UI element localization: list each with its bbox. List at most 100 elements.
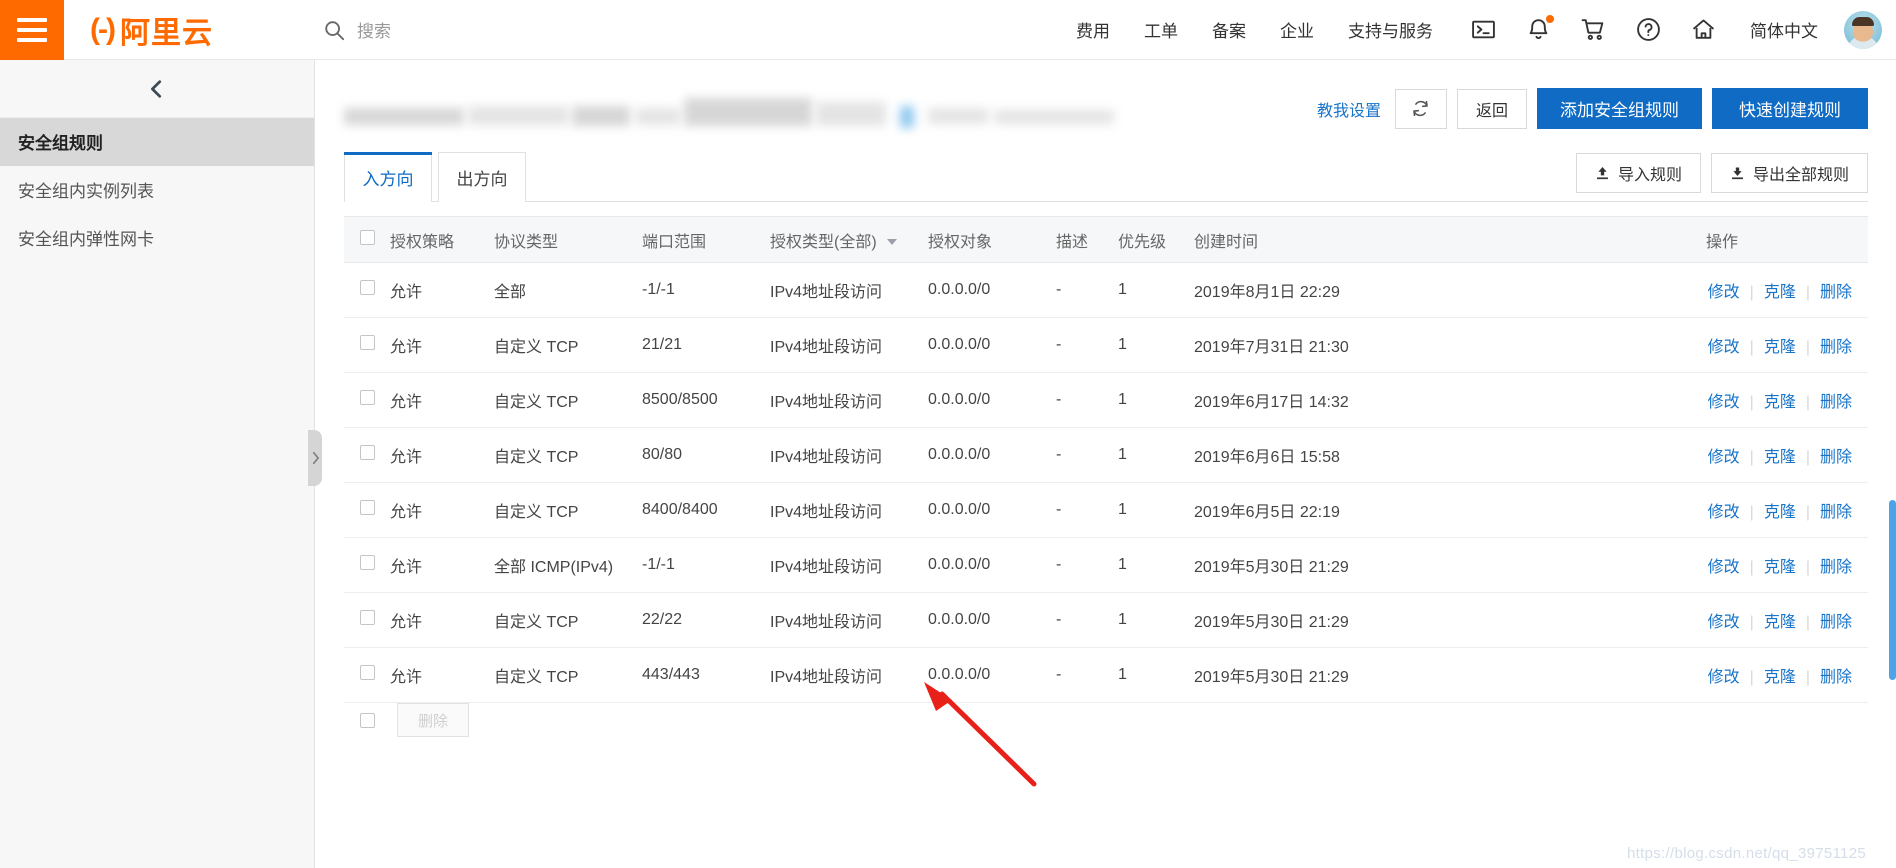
delete-rule-link[interactable]: 删除: [1820, 559, 1852, 576]
column-header-auth-type[interactable]: 授权类型(全部): [764, 216, 922, 263]
add-security-group-rule-button[interactable]: 添加安全组规则: [1537, 88, 1702, 129]
export-all-rules-button[interactable]: 导出全部规则: [1710, 153, 1868, 193]
quick-create-rule-button[interactable]: 快速创建规则: [1712, 88, 1868, 129]
delete-rule-link[interactable]: 删除: [1820, 394, 1852, 411]
row-select-cell: [344, 427, 384, 483]
delete-rule-link[interactable]: 删除: [1820, 284, 1852, 301]
edit-rule-link[interactable]: 修改: [1708, 339, 1740, 356]
delete-rule-link[interactable]: 删除: [1820, 614, 1852, 631]
aliyun-logo[interactable]: (-) 阿里云: [90, 8, 213, 52]
table-row[interactable]: 允许 全部 ICMP(IPv4) -1/-1 IPv4地址段访问 0.0.0.0/0-1…: [344, 537, 1868, 593]
cell-operations: 修改 | 克隆 | 删除: [1700, 427, 1868, 483]
clone-rule-link[interactable]: 克隆: [1764, 449, 1796, 466]
import-rules-label: 导入规则: [1617, 167, 1682, 184]
cell-operations: 修改 | 克隆 | 删除: [1700, 537, 1868, 593]
sidebar-item-eni-list[interactable]: 安全组内弹性网卡: [0, 214, 314, 262]
bell-icon[interactable]: [1526, 15, 1554, 42]
row-checkbox[interactable]: [360, 555, 375, 570]
cell-auth-object: 0.0.0.0/0: [922, 317, 1050, 373]
sidebar-drag-handle[interactable]: [308, 430, 322, 486]
edit-rule-link[interactable]: 修改: [1708, 559, 1740, 576]
nav-link-fees[interactable]: 费用: [1076, 17, 1110, 42]
page-scrollbar[interactable]: [1889, 60, 1896, 868]
chevron-down-icon[interactable]: [887, 239, 898, 246]
nav-link-enterprise[interactable]: 企业: [1280, 17, 1314, 42]
watermark-text: https://blog.csdn.net/qq_39751125: [1627, 845, 1866, 862]
table-row[interactable]: 允许 自定义 TCP 8500/8500 IPv4地址段访问 0.0.0.0/0-1 20…: [344, 372, 1868, 428]
table-row[interactable]: 允许 自定义 TCP 443/443 IPv4地址段访问 0.0.0.0/0-1 2019…: [344, 647, 1868, 703]
clone-rule-link[interactable]: 克隆: [1764, 669, 1796, 686]
terminal-icon[interactable]: [1471, 17, 1496, 42]
row-checkbox[interactable]: [360, 280, 375, 295]
nav-link-support[interactable]: 支持与服务: [1348, 17, 1433, 42]
cell-created-at: 2019年6月6日 15:58: [1188, 427, 1700, 483]
tab-inbound[interactable]: 入方向: [344, 152, 432, 202]
edit-rule-link[interactable]: 修改: [1708, 394, 1740, 411]
clone-rule-link[interactable]: 克隆: [1764, 284, 1796, 301]
page-title-redacted: [344, 92, 1317, 138]
table-row[interactable]: 允许 自定义 TCP 8400/8400 IPv4地址段访问 0.0.0.0/0-1 20…: [344, 482, 1868, 538]
tab-outbound[interactable]: 出方向: [438, 152, 526, 202]
sidebar-item-instance-list[interactable]: 安全组内实例列表: [0, 166, 314, 214]
row-checkbox[interactable]: [360, 610, 375, 625]
table-row[interactable]: 允许 全部 -1/-1 IPv4地址段访问 0.0.0.0/0-1 2019年8月1日 2…: [344, 262, 1868, 318]
table-row[interactable]: 允许 自定义 TCP 22/22 IPv4地址段访问 0.0.0.0/0-1 2019年5…: [344, 592, 1868, 648]
refresh-icon: [1413, 100, 1429, 117]
sidebar-collapse-button[interactable]: [0, 60, 314, 118]
cell-description: -: [1050, 592, 1112, 648]
column-header-protocol: 协议类型: [488, 216, 636, 263]
select-all-header: [344, 216, 384, 263]
delete-rule-link[interactable]: 删除: [1820, 449, 1852, 466]
cell-policy: 允许: [384, 647, 488, 703]
row-checkbox[interactable]: [360, 665, 375, 680]
hamburger-line: [17, 17, 47, 22]
operations-separator: |: [1749, 339, 1754, 356]
clone-rule-link[interactable]: 克隆: [1764, 339, 1796, 356]
edit-rule-link[interactable]: 修改: [1708, 284, 1740, 301]
cell-priority: 1: [1112, 592, 1188, 648]
sidebar-item-security-group-rules[interactable]: 安全组规则: [0, 118, 314, 166]
edit-rule-link[interactable]: 修改: [1708, 614, 1740, 631]
row-select-cell: [344, 372, 384, 428]
table-row[interactable]: 允许 自定义 TCP 80/80 IPv4地址段访问 0.0.0.0/0-1 2019年6…: [344, 427, 1868, 483]
row-checkbox[interactable]: [360, 712, 375, 728]
refresh-button[interactable]: [1394, 88, 1447, 129]
cart-icon[interactable]: [1581, 17, 1606, 42]
language-selector[interactable]: 简体中文: [1750, 17, 1818, 42]
row-checkbox[interactable]: [360, 335, 375, 350]
help-icon[interactable]: [1636, 17, 1661, 42]
cell-operations: 修改 | 克隆 | 删除: [1700, 482, 1868, 538]
edit-rule-link[interactable]: 修改: [1708, 504, 1740, 521]
user-avatar[interactable]: [1844, 10, 1882, 49]
cell-policy: 允许: [384, 427, 488, 483]
clone-rule-link[interactable]: 克隆: [1764, 504, 1796, 521]
back-button[interactable]: 返回: [1456, 88, 1527, 129]
select-all-checkbox[interactable]: [360, 229, 375, 245]
row-checkbox[interactable]: [360, 445, 375, 460]
search-input[interactable]: 搜索: [323, 17, 391, 42]
edit-rule-link[interactable]: 修改: [1708, 449, 1740, 466]
scrollbar-thumb[interactable]: [1889, 500, 1896, 680]
nav-link-icp[interactable]: 备案: [1212, 17, 1246, 42]
menu-hamburger-button[interactable]: [0, 0, 64, 60]
teach-me-settings-link[interactable]: 教我设置: [1317, 97, 1381, 121]
edit-rule-link[interactable]: 修改: [1708, 669, 1740, 686]
row-checkbox[interactable]: [360, 390, 375, 405]
clone-rule-link[interactable]: 克隆: [1764, 394, 1796, 411]
cell-port: -1/-1: [636, 262, 764, 318]
row-checkbox[interactable]: [360, 500, 375, 515]
delete-rule-link[interactable]: 删除: [1820, 504, 1852, 521]
delete-rule-link[interactable]: 删除: [1820, 669, 1852, 686]
table-row[interactable]: 允许 自定义 TCP 21/21 IPv4地址段访问 0.0.0.0/0-1 2019年7…: [344, 317, 1868, 373]
delete-rule-link[interactable]: 删除: [1820, 339, 1852, 356]
operations-separator: |: [1805, 339, 1810, 356]
home-icon[interactable]: [1691, 17, 1716, 42]
batch-delete-button[interactable]: 删除: [397, 703, 469, 737]
clone-rule-link[interactable]: 克隆: [1764, 559, 1796, 576]
nav-link-tickets[interactable]: 工单: [1144, 17, 1178, 42]
import-rules-button[interactable]: 导入规则: [1575, 153, 1701, 193]
clone-rule-link[interactable]: 克隆: [1764, 614, 1796, 631]
row-select-cell: [344, 537, 384, 593]
column-header-operations: 操作: [1700, 216, 1868, 263]
cell-description: -: [1050, 427, 1112, 483]
